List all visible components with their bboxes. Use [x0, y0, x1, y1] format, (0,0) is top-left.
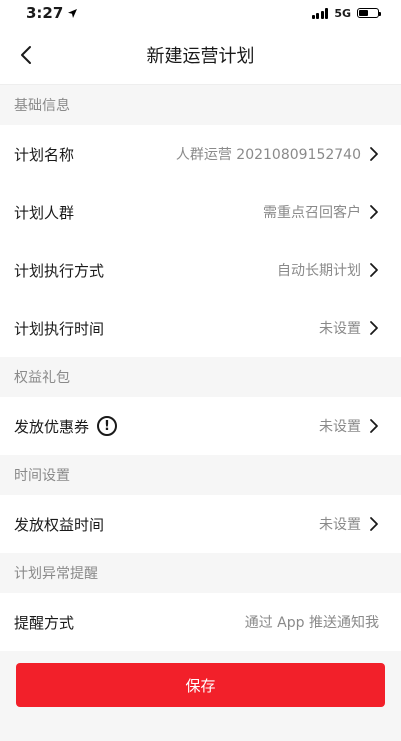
status-bar: 3:27 5G — [0, 0, 401, 26]
row-label: 提醒方式 — [14, 613, 75, 632]
chevron-right-icon — [370, 263, 378, 277]
status-left: 3:27 — [26, 4, 78, 22]
row-execution-time[interactable]: 计划执行时间 未设置 — [0, 299, 401, 357]
chevron-left-icon — [21, 46, 31, 64]
nav-bar: 新建运营计划 — [0, 26, 401, 85]
row-alert-method: 提醒方式 通过 App 推送通知我 — [0, 593, 401, 651]
exclamation-info-icon[interactable]: ! — [97, 416, 118, 436]
section-header-alert: 计划异常提醒 — [0, 553, 401, 593]
back-button[interactable] — [14, 43, 38, 67]
row-right: 通过 App 推送通知我 — [245, 612, 379, 632]
section-header-basic: 基础信息 — [0, 85, 401, 125]
chevron-right-icon — [370, 321, 378, 335]
row-value: 未设置 — [319, 419, 361, 435]
row-value: 自动长期计划 — [277, 263, 361, 279]
row-value: 人群运营 20210809152740 — [175, 147, 361, 163]
row-right: 未设置 — [319, 416, 379, 436]
row-right: 未设置 — [319, 318, 379, 338]
battery-icon — [357, 8, 381, 18]
row-label-with-icon: 发放优惠券 ! — [14, 416, 118, 437]
row-label: 发放优惠券 — [14, 417, 90, 436]
chevron-right-icon — [370, 147, 378, 161]
row-right: 人群运营 20210809152740 — [176, 144, 379, 164]
status-time: 3:27 — [26, 4, 64, 22]
row-plan-name[interactable]: 计划名称 人群运营 20210809152740 — [0, 125, 401, 183]
row-right: 未设置 — [319, 514, 379, 534]
save-button[interactable]: 保存 — [16, 663, 385, 707]
location-arrow-icon — [68, 8, 78, 18]
row-right: 需重点召回客户 — [263, 202, 379, 222]
row-value: 未设置 — [319, 517, 361, 533]
chevron-right-icon — [370, 419, 378, 433]
row-label: 计划执行时间 — [14, 319, 105, 338]
page-title: 新建运营计划 — [146, 46, 255, 67]
row-label: 发放权益时间 — [14, 515, 105, 534]
signal-icon — [311, 7, 329, 19]
row-issue-coupon[interactable]: 发放优惠券 ! 未设置 — [0, 397, 401, 455]
section-header-gift: 权益礼包 — [0, 357, 401, 397]
chevron-right-icon — [370, 517, 378, 531]
row-execution-mode[interactable]: 计划执行方式 自动长期计划 — [0, 241, 401, 299]
chevron-right-icon — [370, 205, 378, 219]
app-screen: 3:27 5G 新建运营计划 基础信息 计划名称 人群运营 2021080915… — [0, 0, 401, 741]
row-label: 计划名称 — [14, 145, 75, 164]
section-header-time: 时间设置 — [0, 455, 401, 495]
row-label: 计划执行方式 — [14, 261, 105, 280]
row-plan-audience[interactable]: 计划人群 需重点召回客户 — [0, 183, 401, 241]
row-right: 自动长期计划 — [277, 260, 379, 280]
network-label: 5G — [334, 6, 351, 20]
battery-fill — [359, 10, 369, 16]
row-value: 需重点召回客户 — [263, 205, 361, 221]
row-benefit-time[interactable]: 发放权益时间 未设置 — [0, 495, 401, 553]
row-label: 计划人群 — [14, 203, 75, 222]
row-value: 未设置 — [319, 321, 361, 337]
save-wrap: 保存 — [0, 651, 401, 719]
status-right: 5G — [311, 6, 381, 20]
row-value: 通过 App 推送通知我 — [244, 615, 379, 631]
